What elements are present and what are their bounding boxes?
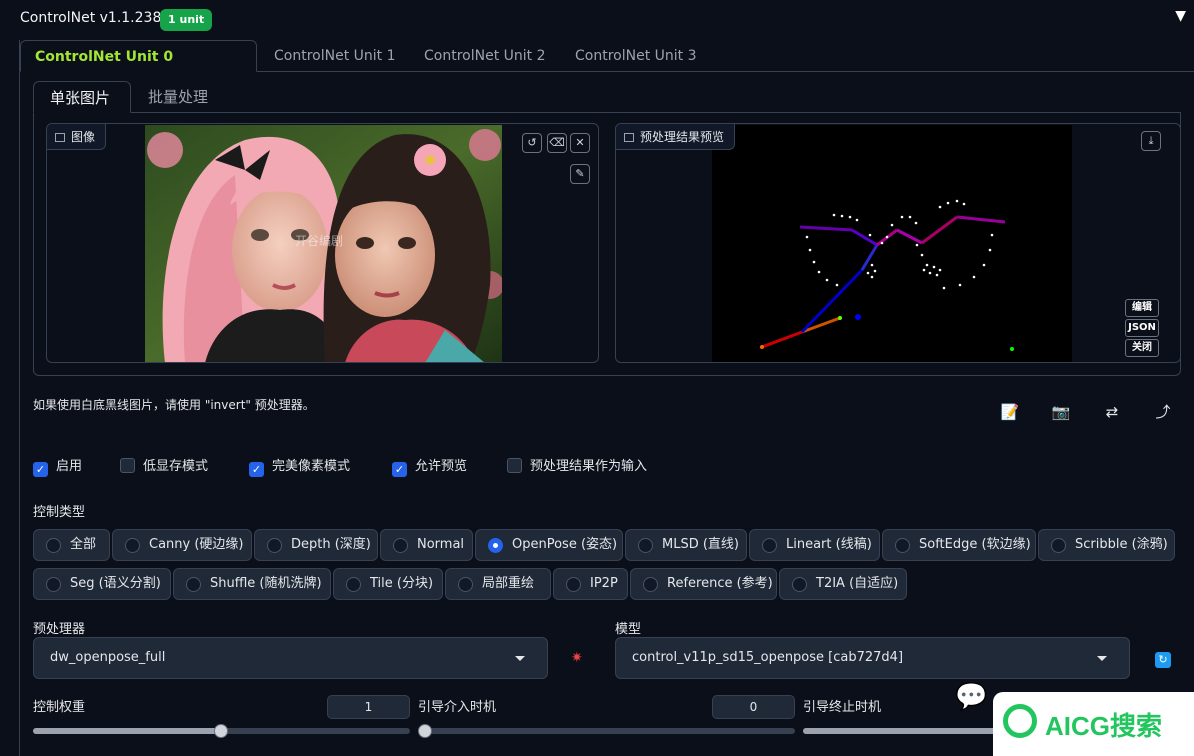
image-label: 图像 <box>47 124 107 150</box>
unit-count-badge: 1 unit <box>160 9 213 31</box>
control-type-lineart[interactable]: Lineart (线稿) <box>749 529 880 561</box>
preprocessor-select[interactable]: dw_openpose_full <box>33 637 548 679</box>
enable-checkbox[interactable]: ✓ 启用 <box>33 458 82 477</box>
tab-unit-2[interactable]: ControlNet Unit 2 <box>410 40 560 72</box>
control-type-reference[interactable]: Reference (参考) <box>630 568 777 600</box>
tab-unit-3[interactable]: ControlNet Unit 3 <box>561 40 711 72</box>
control-type-shuffle[interactable]: Shuffle (随机洗牌) <box>173 568 331 600</box>
pixel-perfect-checkbox[interactable]: ✓ 完美像素模式 <box>249 458 350 477</box>
weight-label: 控制权重 <box>33 700 86 715</box>
control-type-ip2p[interactable]: IP2P <box>553 568 628 600</box>
camera-icon[interactable]: 📷 <box>1051 402 1071 422</box>
wechat-icon: 💬 <box>955 682 988 712</box>
input-mode-tabs: 单张图片 批量处理 <box>33 81 1181 113</box>
control-type-mlsd[interactable]: MLSD (直线) <box>625 529 747 561</box>
control-type-canny[interactable]: Canny (硬边缘) <box>112 529 252 561</box>
brand-text: AICG搜索 <box>1045 711 1163 741</box>
start-input[interactable]: 0 <box>712 695 795 719</box>
control-type-label: 控制类型 <box>33 505 86 520</box>
controlnet-title: ControlNet v1.1.238 <box>20 10 162 26</box>
invert-hint: 如果使用白底黑线图片，请使用 "invert" 预处理器。 <box>33 398 315 412</box>
refresh-icon[interactable]: ↻ <box>1155 652 1171 668</box>
tab-batch[interactable]: 批量处理 <box>132 81 224 113</box>
control-type-tile[interactable]: Tile (分块) <box>333 568 443 600</box>
end-slider[interactable] <box>803 728 1003 734</box>
input-image: 开谷编剧 <box>145 125 502 362</box>
magnifier-icon <box>1003 704 1037 738</box>
download-icon[interactable]: ⤓ <box>1141 131 1161 151</box>
model-select[interactable]: control_v11p_sd15_openpose [cab727d4] <box>615 637 1130 679</box>
openpose-preview <box>712 125 1072 362</box>
control-type-all[interactable]: 全部 <box>33 529 110 561</box>
lowvram-checkbox[interactable]: 低显存模式 <box>120 458 208 476</box>
brand-watermark: AICG搜索 <box>993 692 1194 756</box>
chevron-down-icon <box>1097 656 1107 661</box>
run-preprocessor-icon[interactable]: ✷ <box>571 650 583 666</box>
image-icon <box>624 133 634 142</box>
preview-image-box: 预处理结果预览 ⤓ 编辑 JSON 关闭 <box>615 123 1181 363</box>
image-watermark: 开谷编剧 <box>295 233 343 248</box>
tab-single-image[interactable]: 单张图片 <box>33 81 131 113</box>
tab-unit-1[interactable]: ControlNet Unit 1 <box>260 40 410 72</box>
allow-preview-checkbox[interactable]: ✓ 允许预览 <box>392 458 467 477</box>
swap-icon[interactable]: ⇄ <box>1102 402 1122 422</box>
control-type-scribble[interactable]: Scribble (涂鸦) <box>1038 529 1175 561</box>
control-type-normal[interactable]: Normal <box>380 529 473 561</box>
collapse-icon[interactable]: ▼ <box>1175 8 1186 24</box>
chevron-down-icon <box>515 656 525 661</box>
control-type-softedge[interactable]: SoftEdge (软边缘) <box>882 529 1036 561</box>
slider-thumb[interactable] <box>418 724 432 738</box>
weight-input[interactable]: 1 <box>327 695 410 719</box>
json-button[interactable]: JSON <box>1125 319 1159 337</box>
preprocessed-input-checkbox[interactable]: 预处理结果作为输入 <box>507 458 647 476</box>
slider-thumb[interactable] <box>214 724 228 738</box>
model-label: 模型 <box>615 622 642 637</box>
controlnet-header[interactable]: ControlNet v1.1.238 1 unit ▼ <box>0 0 1194 40</box>
control-type-depth[interactable]: Depth (深度) <box>254 529 378 561</box>
weight-slider[interactable] <box>33 724 410 738</box>
close-preview-button[interactable]: 关闭 <box>1125 339 1159 357</box>
preprocessor-label: 预处理器 <box>33 622 86 637</box>
end-label: 引导终止时机 <box>803 700 882 715</box>
preview-label: 预处理结果预览 <box>616 124 736 150</box>
unit-tabs: ControlNet Unit 0 [OpenPose] ControlNet … <box>20 40 1194 97</box>
send-dimensions-icon[interactable]: ⤴ <box>1153 402 1173 422</box>
input-image-box[interactable]: 开谷编剧 图像 ↺ ⌫ ✕ ✎ <box>46 123 599 363</box>
start-label: 引导介入时机 <box>418 700 497 715</box>
start-slider[interactable] <box>418 724 795 738</box>
control-type-inpaint[interactable]: 局部重绘 <box>445 568 551 600</box>
rotate-icon[interactable]: ↺ <box>522 133 542 153</box>
eraser-icon[interactable]: ⌫ <box>547 133 567 153</box>
control-type-seg[interactable]: Seg (语义分割) <box>33 568 171 600</box>
notepad-icon[interactable]: 📝 <box>1000 402 1020 422</box>
tab-unit-0[interactable]: ControlNet Unit 0 [OpenPose] <box>20 40 257 97</box>
control-type-t2ia[interactable]: T2IA (自适应) <box>779 568 907 600</box>
close-icon[interactable]: ✕ <box>570 133 590 153</box>
brush-icon[interactable]: ✎ <box>570 164 590 184</box>
control-type-openpose[interactable]: OpenPose (姿态) <box>475 529 623 561</box>
edit-button[interactable]: 编辑 <box>1125 299 1159 317</box>
image-icon <box>55 133 65 142</box>
